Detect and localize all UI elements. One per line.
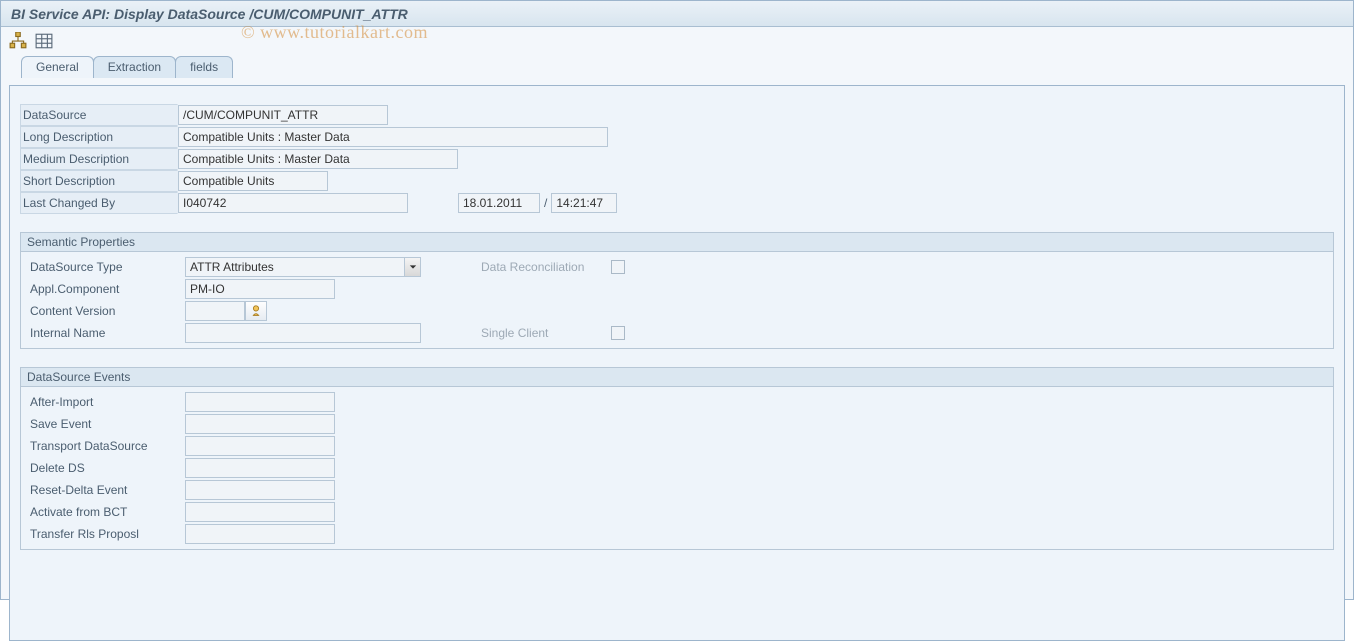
field-transfer-rls[interactable] bbox=[185, 524, 335, 544]
app-toolbar: © www.tutorialkart.com bbox=[1, 27, 1353, 55]
label-data-reconciliation: Data Reconciliation bbox=[481, 260, 611, 274]
window-titlebar: BI Service API: Display DataSource /CUM/… bbox=[1, 1, 1353, 27]
label-transport-ds: Transport DataSource bbox=[27, 438, 185, 454]
field-long-desc[interactable] bbox=[178, 127, 608, 147]
field-datasource[interactable] bbox=[178, 105, 388, 125]
hierarchy-icon[interactable] bbox=[9, 32, 27, 50]
field-transport-ds[interactable] bbox=[185, 436, 335, 456]
field-reset-delta[interactable] bbox=[185, 480, 335, 500]
field-short-desc[interactable] bbox=[178, 171, 328, 191]
label-last-changed-by: Last Changed By bbox=[20, 192, 178, 214]
label-transfer-rls: Transfer Rls Proposl bbox=[27, 526, 185, 542]
window-title: BI Service API: Display DataSource /CUM/… bbox=[11, 6, 408, 22]
general-panel: DataSource Long Description Medium Descr… bbox=[10, 86, 1344, 560]
field-last-changed-date[interactable] bbox=[458, 193, 540, 213]
date-time-separator: / bbox=[544, 196, 547, 210]
help-button[interactable] bbox=[245, 301, 267, 321]
checkbox-data-reconciliation[interactable] bbox=[611, 260, 625, 274]
select-ds-type[interactable]: ATTR Attributes bbox=[185, 257, 421, 277]
field-last-changed-by[interactable] bbox=[178, 193, 408, 213]
field-content-version[interactable] bbox=[185, 301, 245, 321]
field-after-import[interactable] bbox=[185, 392, 335, 412]
label-after-import: After-Import bbox=[27, 394, 185, 410]
field-last-changed-time[interactable] bbox=[551, 193, 617, 213]
label-medium-desc: Medium Description bbox=[20, 148, 178, 170]
label-content-version: Content Version bbox=[27, 303, 185, 319]
field-medium-desc[interactable] bbox=[178, 149, 458, 169]
label-ds-type: DataSource Type bbox=[27, 259, 185, 275]
label-activate-bct: Activate from BCT bbox=[27, 504, 185, 520]
main-content-frame: DataSource Long Description Medium Descr… bbox=[9, 85, 1345, 641]
field-internal-name[interactable] bbox=[185, 323, 421, 343]
field-activate-bct[interactable] bbox=[185, 502, 335, 522]
label-save-event: Save Event bbox=[27, 416, 185, 432]
label-long-desc: Long Description bbox=[20, 126, 178, 148]
label-internal-name: Internal Name bbox=[27, 325, 185, 341]
tab-general[interactable]: General bbox=[21, 56, 94, 78]
label-reset-delta: Reset-Delta Event bbox=[27, 482, 185, 498]
group-title-semantic: Semantic Properties bbox=[21, 233, 1333, 252]
group-datasource-events: DataSource Events After-Import Save Even… bbox=[20, 367, 1334, 550]
field-appl-component[interactable] bbox=[185, 279, 335, 299]
tab-fields-label: fields bbox=[190, 60, 218, 74]
label-appl-component: Appl.Component bbox=[27, 281, 185, 297]
tab-fields[interactable]: fields bbox=[175, 56, 233, 78]
label-datasource: DataSource bbox=[20, 104, 178, 126]
label-short-desc: Short Description bbox=[20, 170, 178, 192]
group-title-events: DataSource Events bbox=[21, 368, 1333, 387]
tab-general-label: General bbox=[36, 60, 79, 74]
field-delete-ds[interactable] bbox=[185, 458, 335, 478]
label-single-client: Single Client bbox=[481, 326, 611, 340]
label-delete-ds: Delete DS bbox=[27, 460, 185, 476]
tab-extraction[interactable]: Extraction bbox=[93, 56, 176, 78]
tab-extraction-label: Extraction bbox=[108, 60, 161, 74]
tabstrip: General Extraction fields bbox=[1, 55, 1353, 77]
field-save-event[interactable] bbox=[185, 414, 335, 434]
checkbox-single-client[interactable] bbox=[611, 326, 625, 340]
table-icon[interactable] bbox=[35, 32, 53, 50]
group-semantic-properties: Semantic Properties DataSource Type ATTR… bbox=[20, 232, 1334, 349]
app-window: BI Service API: Display DataSource /CUM/… bbox=[0, 0, 1354, 600]
